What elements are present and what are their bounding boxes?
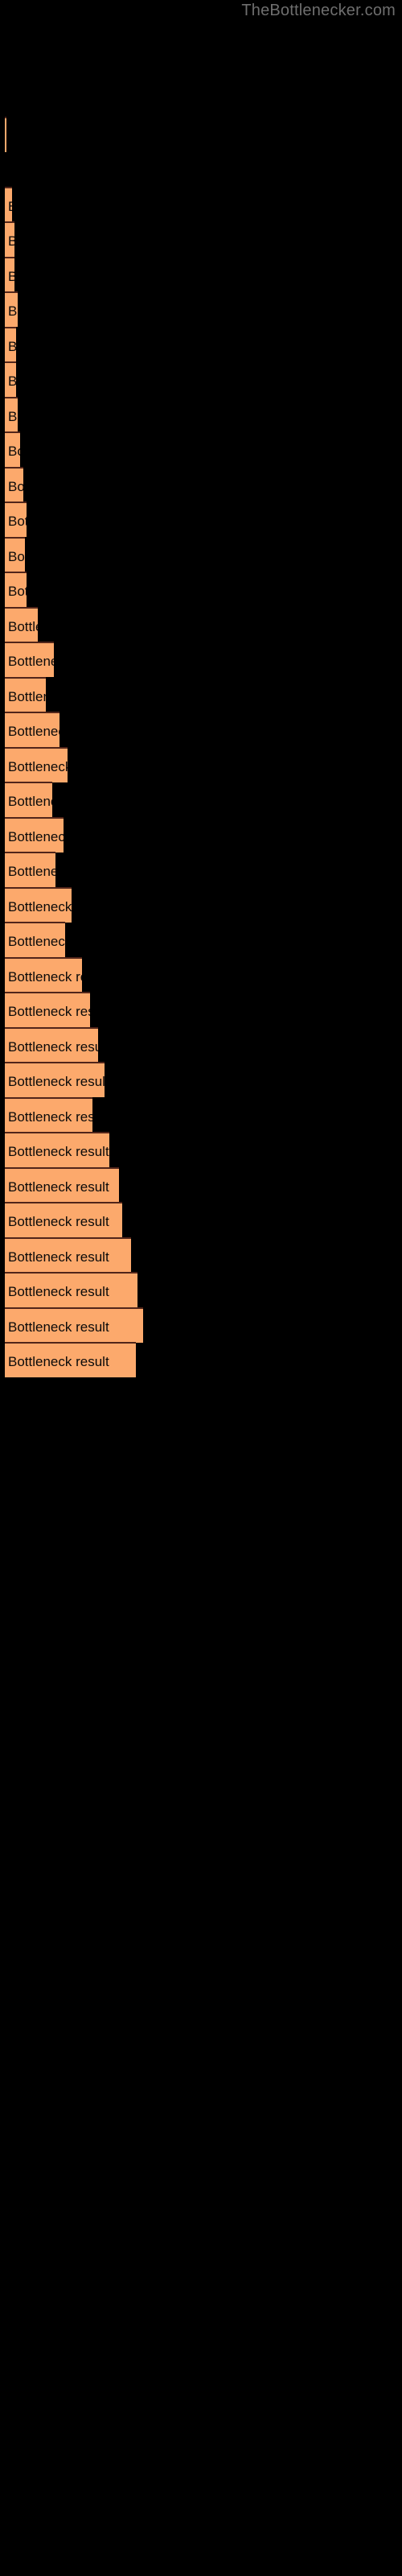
bar-label: Bottleneck result: [8, 1144, 109, 1159]
bar[interactable]: Bottleneck result: [5, 502, 27, 537]
bar[interactable]: Bottleneck result: [5, 117, 6, 152]
bar-label: Bottleneck result: [8, 258, 14, 292]
bar[interactable]: Bottleneck result: [5, 327, 16, 362]
bar-label: Bottleneck result: [8, 1109, 92, 1125]
bar[interactable]: Bottleneck result: [5, 1167, 119, 1203]
bar[interactable]: Bottleneck result: [5, 607, 38, 642]
bar[interactable]: Bottleneck result: [5, 572, 27, 607]
bar-label: Bottleneck result: [8, 654, 54, 669]
bar-label: Bottleneck result: [8, 969, 82, 985]
bar[interactable]: Bottleneck result: [5, 922, 65, 957]
bar[interactable]: Bottleneck result: [5, 957, 82, 993]
bottleneck-bar-chart: TheBottlenecker.com Bottleneck resultBot…: [0, 0, 402, 2576]
bar[interactable]: Bottleneck result: [5, 782, 52, 817]
bar-label: Bottleneck result: [8, 1284, 109, 1299]
bar-label: Bottleneck result: [8, 584, 27, 599]
bar-label: Bottleneck result: [8, 829, 64, 844]
bar-label: Bottleneck result: [8, 1074, 105, 1089]
bar-label: Bottleneck result: [8, 223, 14, 257]
bar-label: Bottleneck result: [8, 1179, 109, 1195]
bar[interactable]: Bottleneck result: [5, 1202, 122, 1237]
bar[interactable]: Bottleneck result: [5, 1342, 136, 1377]
bar-label: Bottleneck result: [8, 363, 16, 397]
bar-label: Bottleneck result: [8, 899, 72, 914]
bar[interactable]: Bottleneck result: [5, 431, 20, 467]
bar-label: Bottleneck result: [8, 794, 52, 809]
bar[interactable]: Bottleneck result: [5, 1272, 137, 1307]
bar[interactable]: Bottleneck result: [5, 642, 54, 677]
plot-area: Bottleneck resultBottleneck resultBottle…: [0, 0, 402, 2576]
bar-label: Bottleneck result: [8, 724, 59, 739]
bar-label: Bottleneck result: [8, 188, 12, 222]
bar[interactable]: Bottleneck result: [5, 817, 64, 852]
bar[interactable]: Bottleneck result: [5, 992, 90, 1027]
bar-label: Bottleneck result: [8, 619, 38, 634]
bar[interactable]: Bottleneck result: [5, 221, 14, 257]
bar[interactable]: Bottleneck result: [5, 677, 46, 712]
bar[interactable]: Bottleneck result: [5, 257, 14, 292]
bar[interactable]: Bottleneck result: [5, 1307, 143, 1343]
bar-label: Bottleneck result: [8, 1039, 98, 1055]
bar[interactable]: Bottleneck result: [5, 361, 16, 397]
bar[interactable]: Bottleneck result: [5, 467, 23, 502]
bar[interactable]: Bottleneck result: [5, 1132, 109, 1167]
bar-label: Bottleneck result: [8, 759, 68, 774]
bar-label: Bottleneck result: [8, 1249, 109, 1265]
bar[interactable]: Bottleneck result: [5, 1097, 92, 1133]
bar-label: Bottleneck result: [8, 303, 18, 319]
bar-label: Bottleneck result: [8, 1319, 109, 1335]
bar-label: Bottleneck result: [8, 514, 27, 529]
bar[interactable]: Bottleneck result: [5, 852, 55, 887]
bar[interactable]: Bottleneck result: [5, 537, 25, 572]
bar-label: Bottleneck result: [8, 1004, 90, 1019]
bar-label: Bottleneck result: [8, 444, 20, 459]
bar-label: Bottleneck result: [8, 689, 46, 704]
bar-label: Bottleneck result: [8, 864, 55, 879]
bar[interactable]: Bottleneck result: [5, 291, 18, 327]
bar[interactable]: Bottleneck result: [5, 187, 12, 222]
bar[interactable]: Bottleneck result: [5, 1237, 131, 1273]
bar[interactable]: Bottleneck result: [5, 712, 59, 747]
bar-label: Bottleneck result: [8, 1214, 109, 1229]
bar-label: Bottleneck result: [8, 479, 23, 494]
bar[interactable]: Bottleneck result: [5, 1027, 98, 1063]
bar-label: Bottleneck result: [8, 934, 65, 949]
bar-label: Bottleneck result: [8, 328, 16, 362]
bar-label: Bottleneck result: [8, 549, 25, 564]
bar[interactable]: Bottleneck result: [5, 1062, 105, 1097]
bar-label: Bottleneck result: [8, 1354, 109, 1369]
bar-label: Bottleneck result: [8, 409, 18, 424]
bar[interactable]: Bottleneck result: [5, 887, 72, 923]
bar[interactable]: Bottleneck result: [5, 747, 68, 782]
bar[interactable]: Bottleneck result: [5, 397, 18, 432]
